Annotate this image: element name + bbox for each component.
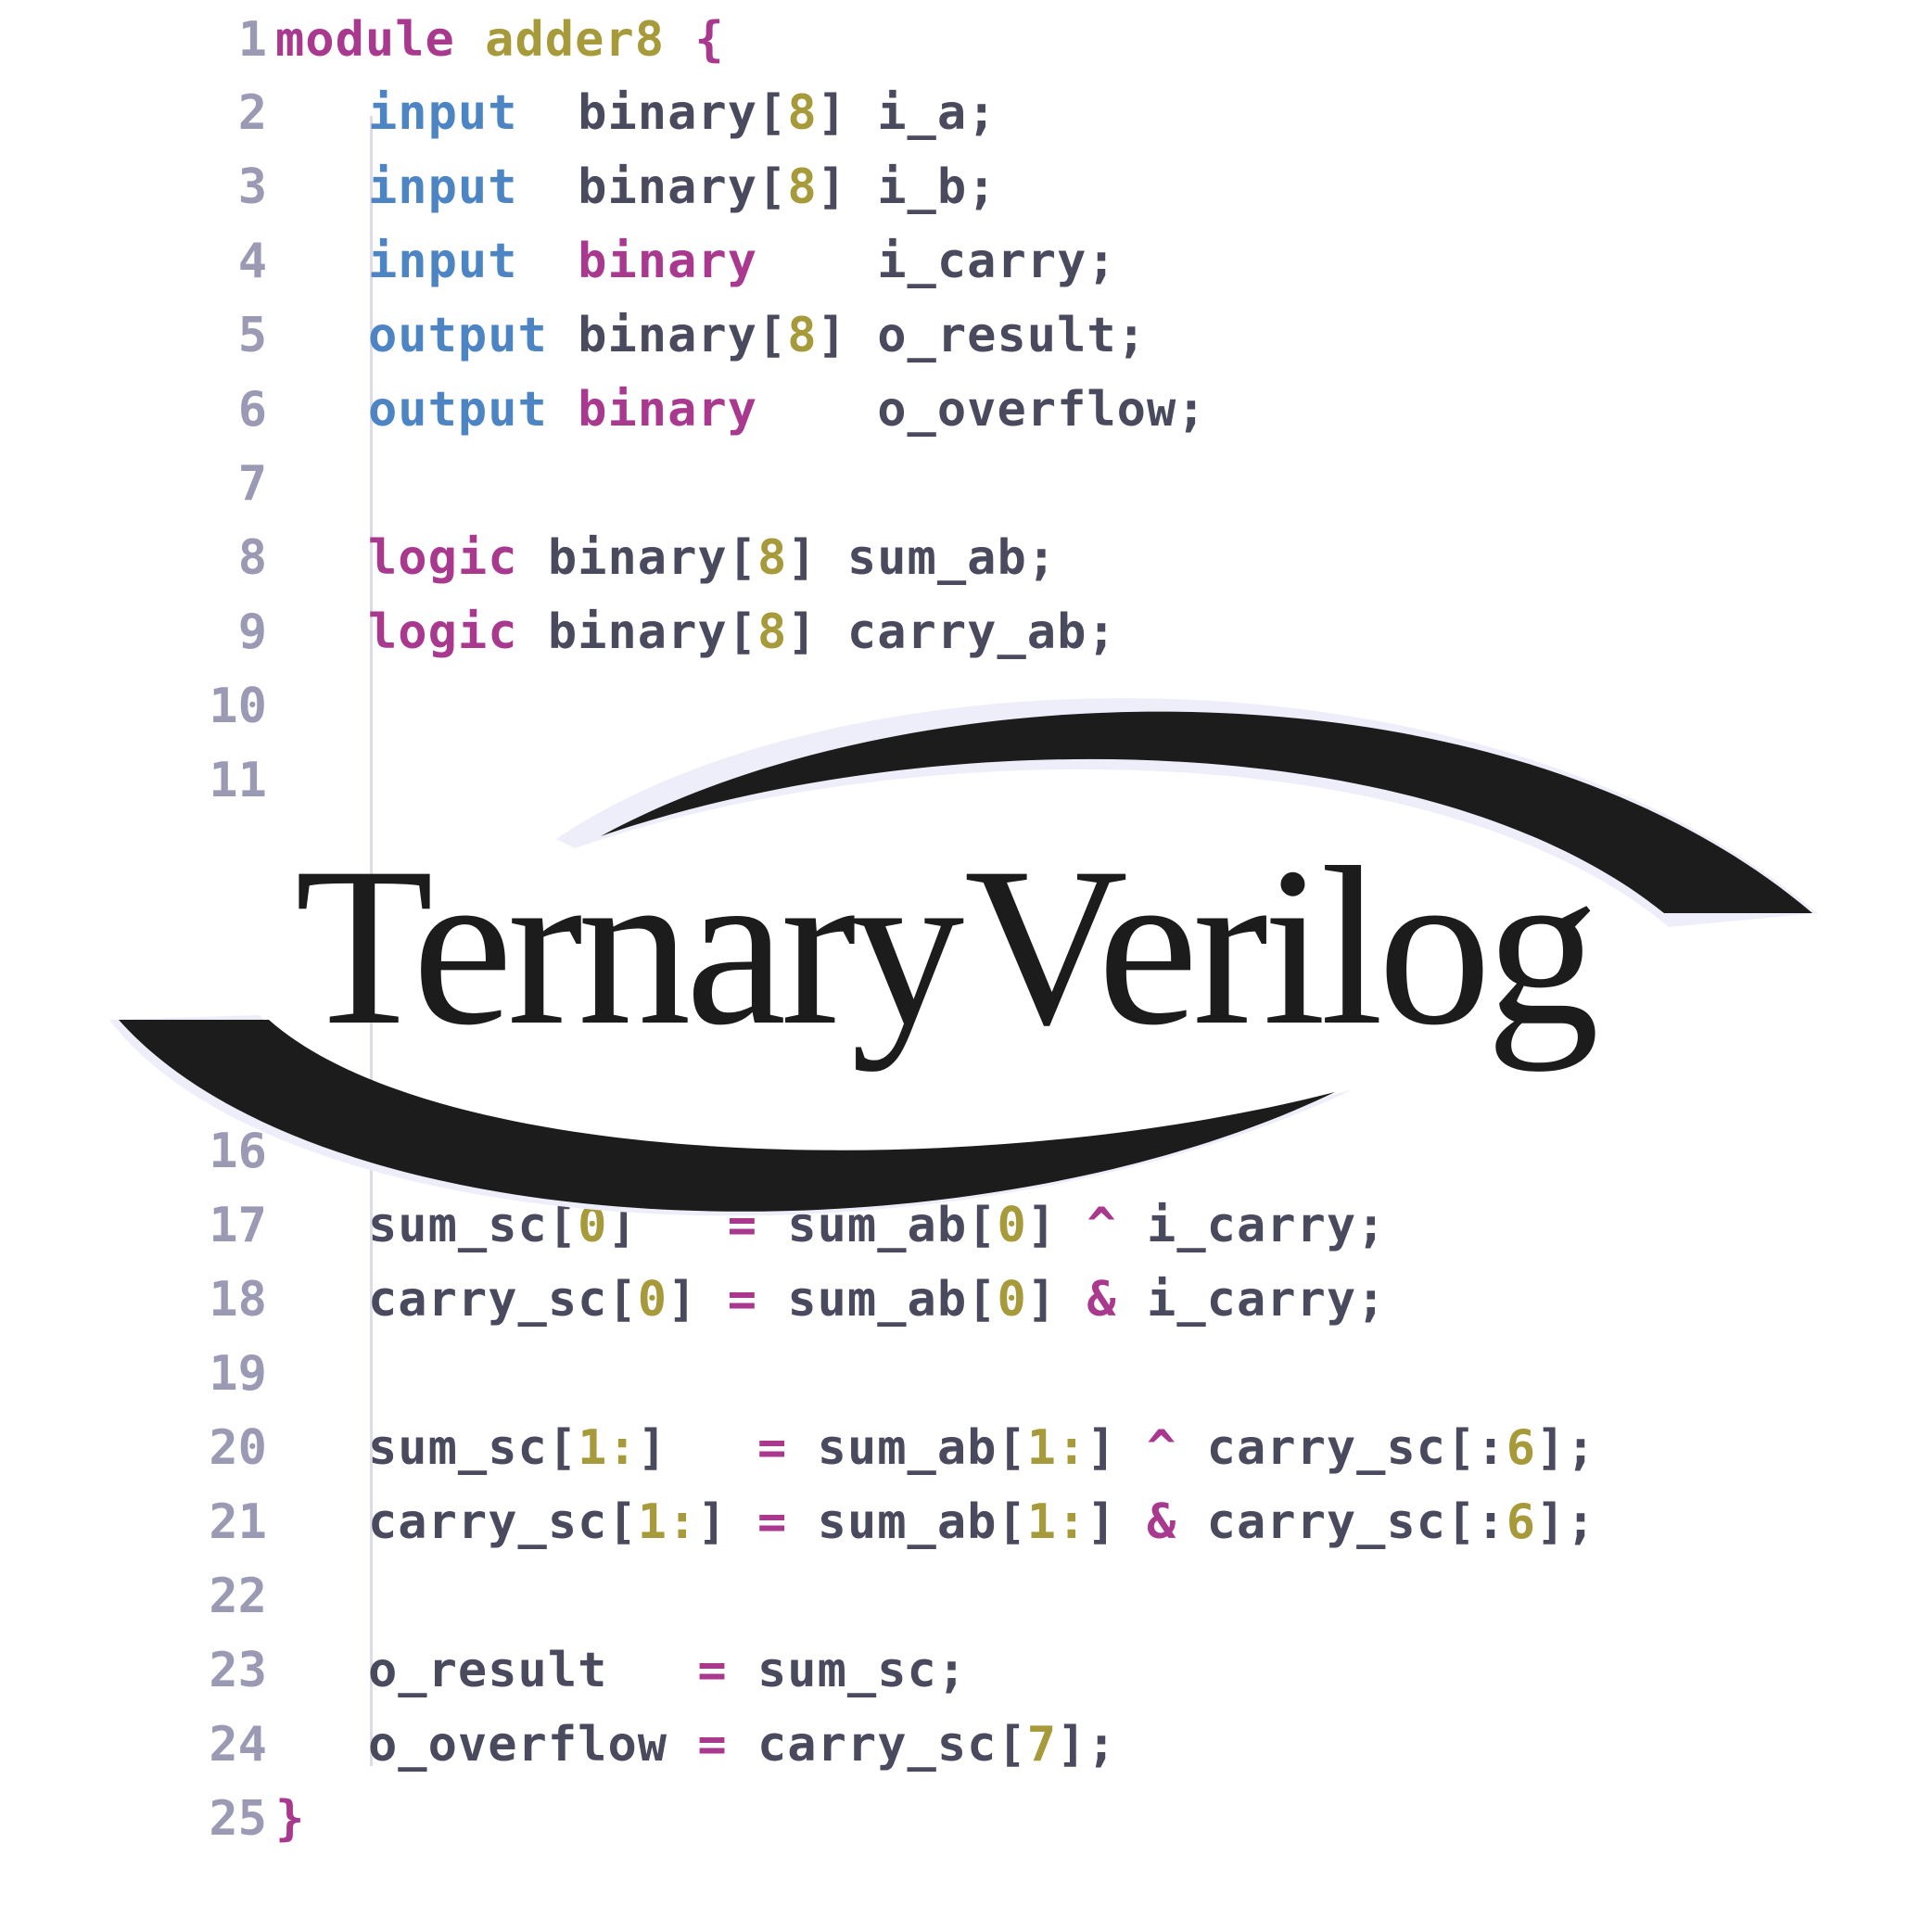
ternary-verilog-logo: Ternary Verilog xyxy=(109,698,1817,1216)
logo-word-ternary: Ternary xyxy=(295,820,964,1072)
logo-word-verilog: Verilog xyxy=(964,820,1595,1072)
